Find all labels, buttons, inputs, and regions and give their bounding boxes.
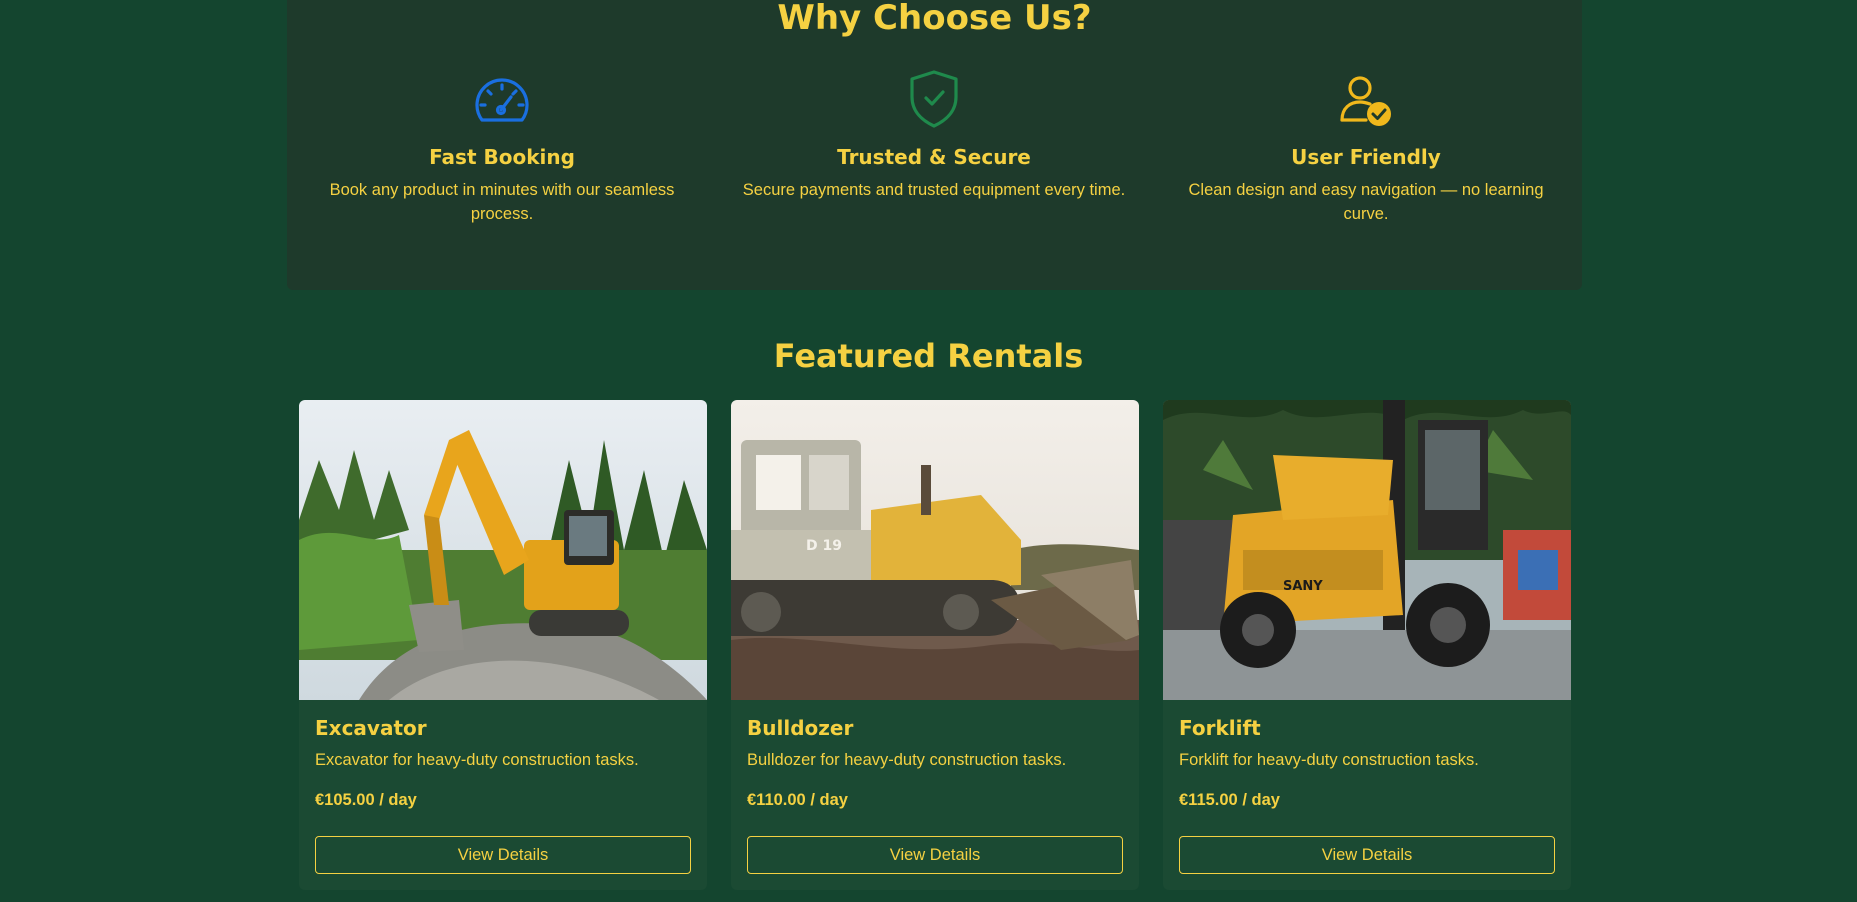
rental-card-price: €105.00 / day (315, 791, 417, 809)
feature-user-friendly: User Friendly Clean design and easy navi… (1166, 70, 1566, 226)
svg-text:D 19: D 19 (806, 538, 842, 554)
user-check-icon (1166, 70, 1566, 128)
feature-description: Clean design and easy navigation — no le… (1188, 181, 1544, 223)
rental-card-title: Forklift (1179, 716, 1261, 740)
forklift-image: SANY (1163, 400, 1571, 700)
rental-card-forklift: SANY Forklift Forklift for heavy-duty co… (1163, 400, 1571, 890)
svg-text:SANY: SANY (1283, 579, 1323, 594)
feature-title: User Friendly (1291, 145, 1441, 169)
rental-card-title: Bulldozer (747, 716, 854, 740)
why-choose-us-title: Why Choose Us? (777, 0, 1092, 38)
shield-check-icon (734, 70, 1134, 128)
speedometer-icon (302, 70, 702, 128)
feature-trusted-secure: Trusted & Secure Secure payments and tru… (734, 70, 1134, 202)
why-choose-us-section: Why Choose Us? Fast Booking Book any pro… (287, 0, 1582, 290)
featured-rentals-title: Featured Rentals (773, 337, 1084, 375)
view-details-button[interactable]: View Details (1179, 836, 1555, 874)
feature-fast-booking: Fast Booking Book any product in minutes… (302, 70, 702, 226)
rental-card-price: €115.00 / day (1179, 791, 1280, 809)
excavator-image (299, 400, 707, 700)
bulldozer-image: D 19 (731, 400, 1139, 700)
rental-card-description: Forklift for heavy-duty construction tas… (1179, 751, 1479, 769)
rental-card-description: Excavator for heavy-duty construction ta… (315, 751, 639, 769)
feature-description: Secure payments and trusted equipment ev… (742, 181, 1126, 199)
view-details-button[interactable]: View Details (747, 836, 1123, 874)
rental-card-title: Excavator (315, 716, 427, 740)
view-details-button[interactable]: View Details (315, 836, 691, 874)
feature-title: Trusted & Secure (837, 145, 1031, 169)
rental-card-bulldozer: D 19 Bulldozer Bulldozer for heavy-duty … (731, 400, 1139, 890)
rental-card-price: €110.00 / day (747, 791, 848, 809)
rental-card-description: Bulldozer for heavy-duty construction ta… (747, 751, 1067, 769)
feature-title: Fast Booking (429, 145, 575, 169)
rental-card-excavator: Excavator Excavator for heavy-duty const… (299, 400, 707, 890)
feature-description: Book any product in minutes with our sea… (329, 181, 675, 223)
